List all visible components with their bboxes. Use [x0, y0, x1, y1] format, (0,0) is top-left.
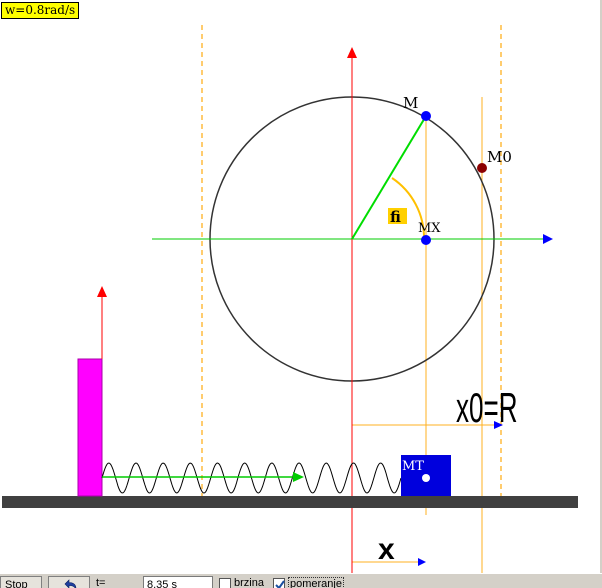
label-mt: MT	[402, 459, 424, 474]
point-m	[421, 111, 431, 121]
mass-block-center	[422, 474, 430, 482]
brzina-label: brzina	[234, 577, 264, 588]
label-m0: M0	[487, 148, 512, 166]
label-x: x	[378, 533, 395, 566]
wall-block	[77, 358, 103, 497]
label-x0-equals-r: x0=R	[456, 385, 518, 432]
angular-velocity-badge: w=0.8rad/s	[1, 2, 80, 19]
time-label: t=	[96, 577, 106, 588]
back-button[interactable]	[48, 576, 90, 588]
point-m0	[477, 163, 487, 173]
simulation-frame: fi M M0 MX x0=R MT x w=0.8rad/s	[0, 0, 602, 573]
label-m: M	[403, 94, 418, 112]
guide-x-arrowhead	[418, 558, 426, 566]
simulation-canvas: fi M M0 MX x0=R MT x	[2, 25, 578, 573]
vertical-axis-arrowhead	[347, 47, 357, 58]
ground-platform	[2, 496, 578, 508]
horizontal-axis-arrowhead	[543, 234, 553, 244]
wall-force-arrowhead	[97, 286, 107, 297]
angle-label: fi	[390, 208, 401, 226]
stop-button[interactable]: Stop	[0, 576, 42, 588]
time-field[interactable]	[143, 576, 213, 588]
control-bar: Stop t= brzina pomeranje	[0, 573, 602, 588]
spring-axis-arrowhead	[293, 472, 304, 482]
label-mx: MX	[418, 221, 441, 236]
spring	[101, 462, 402, 494]
point-mx	[421, 235, 431, 245]
pomeranje-label: pomeranje	[288, 577, 344, 588]
